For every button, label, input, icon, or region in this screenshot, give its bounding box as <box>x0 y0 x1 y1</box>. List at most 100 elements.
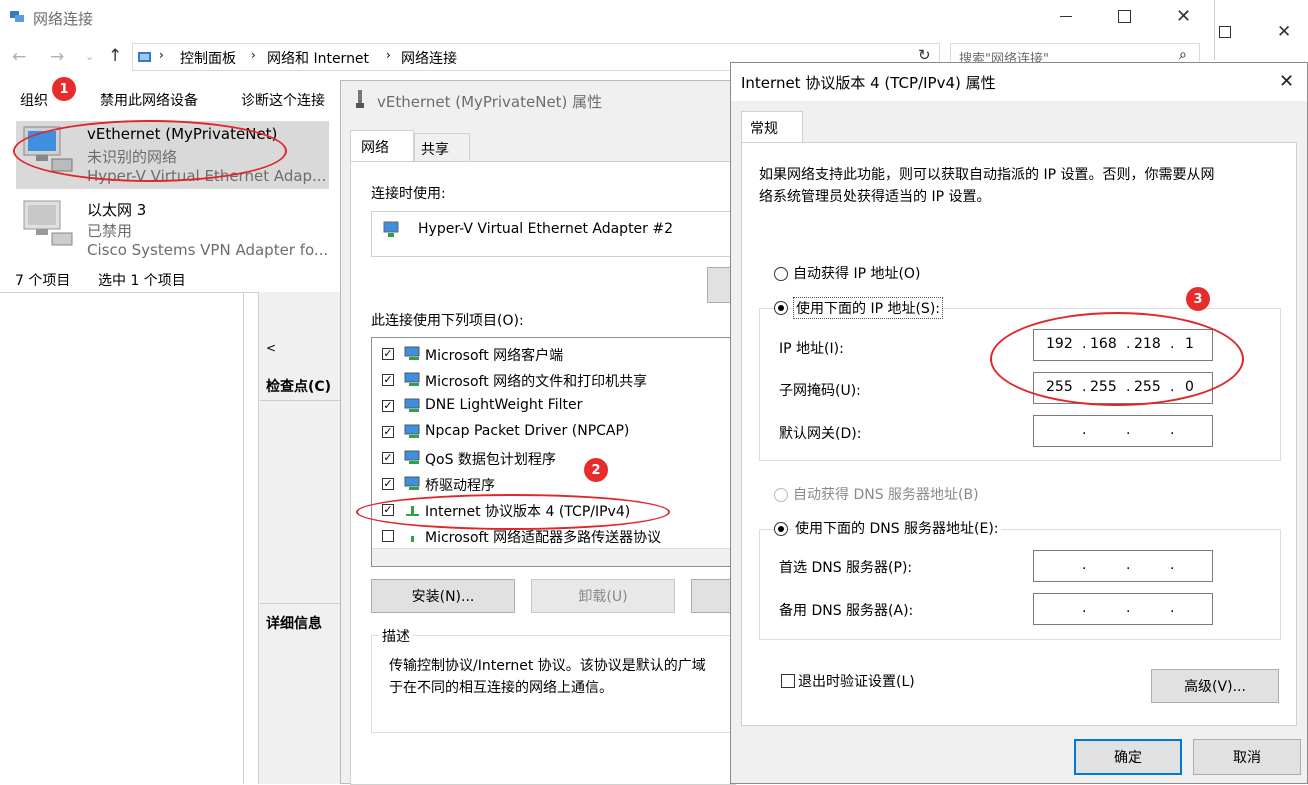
tab-general[interactable]: 常规 <box>741 111 803 143</box>
list-item-name: 以太网 3 <box>87 201 147 219</box>
protocol-icon <box>411 536 414 542</box>
up-icon[interactable]: ↑ <box>108 46 122 66</box>
uninstall-button[interactable]: 卸载(U) <box>531 579 675 613</box>
advanced-button[interactable]: 高级(V)... <box>1151 669 1279 703</box>
annotation-circle-ipv4 <box>356 494 670 530</box>
component-checkbox[interactable]: ✓ <box>382 452 394 464</box>
alternate-dns-label: 备用 DNS 服务器(A): <box>779 603 914 619</box>
auto-ip-label[interactable]: 自动获得 IP 地址(O) <box>793 263 920 283</box>
tab-sharing[interactable]: 共享 <box>414 133 470 161</box>
back-icon[interactable]: ← <box>12 47 26 67</box>
component-label: Microsoft 网络适配器多路传送器协议 <box>425 530 662 546</box>
items-label: 此连接使用下列项目(O): <box>371 313 524 329</box>
ok-button[interactable]: 确定 <box>1074 739 1182 775</box>
side-label-details: 详细信息 <box>266 616 322 632</box>
side-label-checkpoint: 检查点(C) <box>266 379 332 395</box>
ip-address-label: IP 地址(I): <box>779 341 844 357</box>
component-checkbox[interactable]: ✓ <box>382 400 394 412</box>
ip-dot: . <box>1082 422 1087 438</box>
description-text: 传输控制协议/Internet 协议。该协议是默认的广域 <box>389 658 706 674</box>
component-checkbox[interactable]: ✓ <box>382 426 394 438</box>
breadcrumb-sep-icon: › <box>159 48 164 62</box>
component-row[interactable]: ✓ Npcap Packet Driver (NPCAP) <box>372 422 735 446</box>
alternate-dns-field[interactable]: ... <box>1033 593 1213 625</box>
description-title: 描述 <box>379 626 413 646</box>
tab-sharing-label: 共享 <box>421 142 449 158</box>
breadcrumb-network-connections[interactable]: 网络连接 <box>401 48 457 68</box>
preferred-dns-field[interactable]: ... <box>1033 550 1213 582</box>
subnet-mask-label: 子网掩码(U): <box>779 383 861 399</box>
tab-network[interactable]: 网络 <box>350 130 414 162</box>
side-panel-line <box>260 603 342 604</box>
forward-icon[interactable]: → <box>50 47 64 67</box>
component-row[interactable]: Microsoft 网络适配器多路传送器协议 <box>372 526 735 550</box>
manual-dns-radio[interactable] <box>774 522 788 536</box>
side-pane <box>258 292 342 784</box>
toolbar-organize[interactable]: 组织 <box>20 90 48 110</box>
adapter-properties-dialog: vEthernet (MyPrivateNet) 属性 网络 共享 连接时使用:… <box>340 80 736 785</box>
ipv4-properties-dialog: Internet 协议版本 4 (TCP/IPv4) 属性 ✕ 常规 如果网络支… <box>730 62 1308 784</box>
manual-ip-label[interactable]: 使用下面的 IP 地址(S): <box>793 297 943 319</box>
component-checkbox[interactable]: ✓ <box>382 478 394 490</box>
bridge-driver-icon <box>404 476 420 490</box>
background-window-edge: ✕ <box>1214 0 1308 60</box>
breadcrumb-sep-icon: › <box>251 48 256 62</box>
gateway-field[interactable]: ... <box>1033 415 1213 447</box>
cancel-button[interactable]: 取消 <box>1193 739 1301 775</box>
tab-general-label: 常规 <box>750 121 778 137</box>
maximize-icon[interactable] <box>1219 26 1231 38</box>
scroll-left-icon[interactable]: < <box>266 341 276 355</box>
install-button[interactable]: 安装(N)... <box>371 579 515 613</box>
close-icon[interactable]: ✕ <box>1176 6 1191 27</box>
maximize-icon[interactable] <box>1118 10 1131 23</box>
list-item-device: Cisco Systems VPN Adapter fo... <box>87 241 329 259</box>
close-icon[interactable]: ✕ <box>1279 71 1294 92</box>
file-sharing-icon <box>404 372 420 386</box>
component-row[interactable]: ✓ Microsoft 网络客户端 <box>372 344 735 368</box>
validate-label[interactable]: 退出时验证设置(L) <box>798 671 915 691</box>
component-row[interactable]: ✓ QoS 数据包计划程序 <box>372 448 735 472</box>
adapter-name: Hyper-V Virtual Ethernet Adapter #2 <box>418 221 674 237</box>
component-checkbox[interactable]: ✓ <box>382 374 394 386</box>
side-panel-line <box>260 400 342 401</box>
validate-checkbox[interactable] <box>781 674 795 688</box>
connect-using-label: 连接时使用: <box>371 186 446 202</box>
breadcrumb-sep-icon: › <box>386 48 391 62</box>
breadcrumb-control-panel[interactable]: 控制面板 <box>180 48 236 68</box>
explorer-app-icon <box>9 10 25 24</box>
annotation-badge-3: 3 <box>1186 287 1210 311</box>
component-label: 桥驱动程序 <box>425 478 495 494</box>
annotation-badge-1: 1 <box>52 77 76 101</box>
component-list: ✓ Microsoft 网络客户端 ✓ Microsoft 网络的文件和打印机共… <box>371 337 736 567</box>
minimize-icon[interactable] <box>1060 16 1072 17</box>
component-checkbox[interactable]: ✓ <box>382 348 394 360</box>
component-row[interactable]: ✓ DNE LightWeight Filter <box>372 396 735 420</box>
recent-chevron-icon[interactable]: ⌄ <box>85 50 94 63</box>
gateway-label: 默认网关(D): <box>779 426 862 442</box>
auto-dns-radio[interactable] <box>774 488 788 502</box>
close-icon[interactable]: ✕ <box>1277 22 1291 42</box>
toolbar-diagnose[interactable]: 诊断这个连接 <box>241 90 325 110</box>
explorer-title: 网络连接 <box>33 10 94 28</box>
props-title: vEthernet (MyPrivateNet) 属性 <box>377 93 603 111</box>
manual-ip-radio[interactable] <box>774 301 788 315</box>
horizontal-scrollbar[interactable] <box>372 548 735 566</box>
intro-text: 络系统管理员处获得适当的 IP 设置。 <box>759 189 991 205</box>
component-row[interactable]: ✓ Microsoft 网络的文件和打印机共享 <box>372 370 735 394</box>
network-adapter-disabled-icon <box>23 200 73 246</box>
component-label: Microsoft 网络的文件和打印机共享 <box>425 374 648 390</box>
component-label: DNE LightWeight Filter <box>425 397 583 413</box>
preferred-dns-label: 首选 DNS 服务器(P): <box>779 560 913 576</box>
qos-icon <box>404 450 420 464</box>
control-panel-icon <box>138 52 151 62</box>
breadcrumb-network-internet[interactable]: 网络和 Internet <box>267 48 369 68</box>
manual-dns-label[interactable]: 使用下面的 DNS 服务器地址(E): <box>793 518 1001 538</box>
search-icon: ⌕ <box>1179 47 1187 63</box>
adapter-icon <box>383 221 399 237</box>
network-client-icon <box>404 346 420 360</box>
auto-dns-label[interactable]: 自动获得 DNS 服务器地址(B) <box>793 484 979 504</box>
intro-text: 如果网络支持此功能，则可以获取自动指派的 IP 设置。否则，你需要从网 <box>759 167 1215 183</box>
toolbar-disable-device[interactable]: 禁用此网络设备 <box>100 90 198 110</box>
auto-ip-radio[interactable] <box>774 267 788 281</box>
component-checkbox[interactable] <box>382 530 394 542</box>
